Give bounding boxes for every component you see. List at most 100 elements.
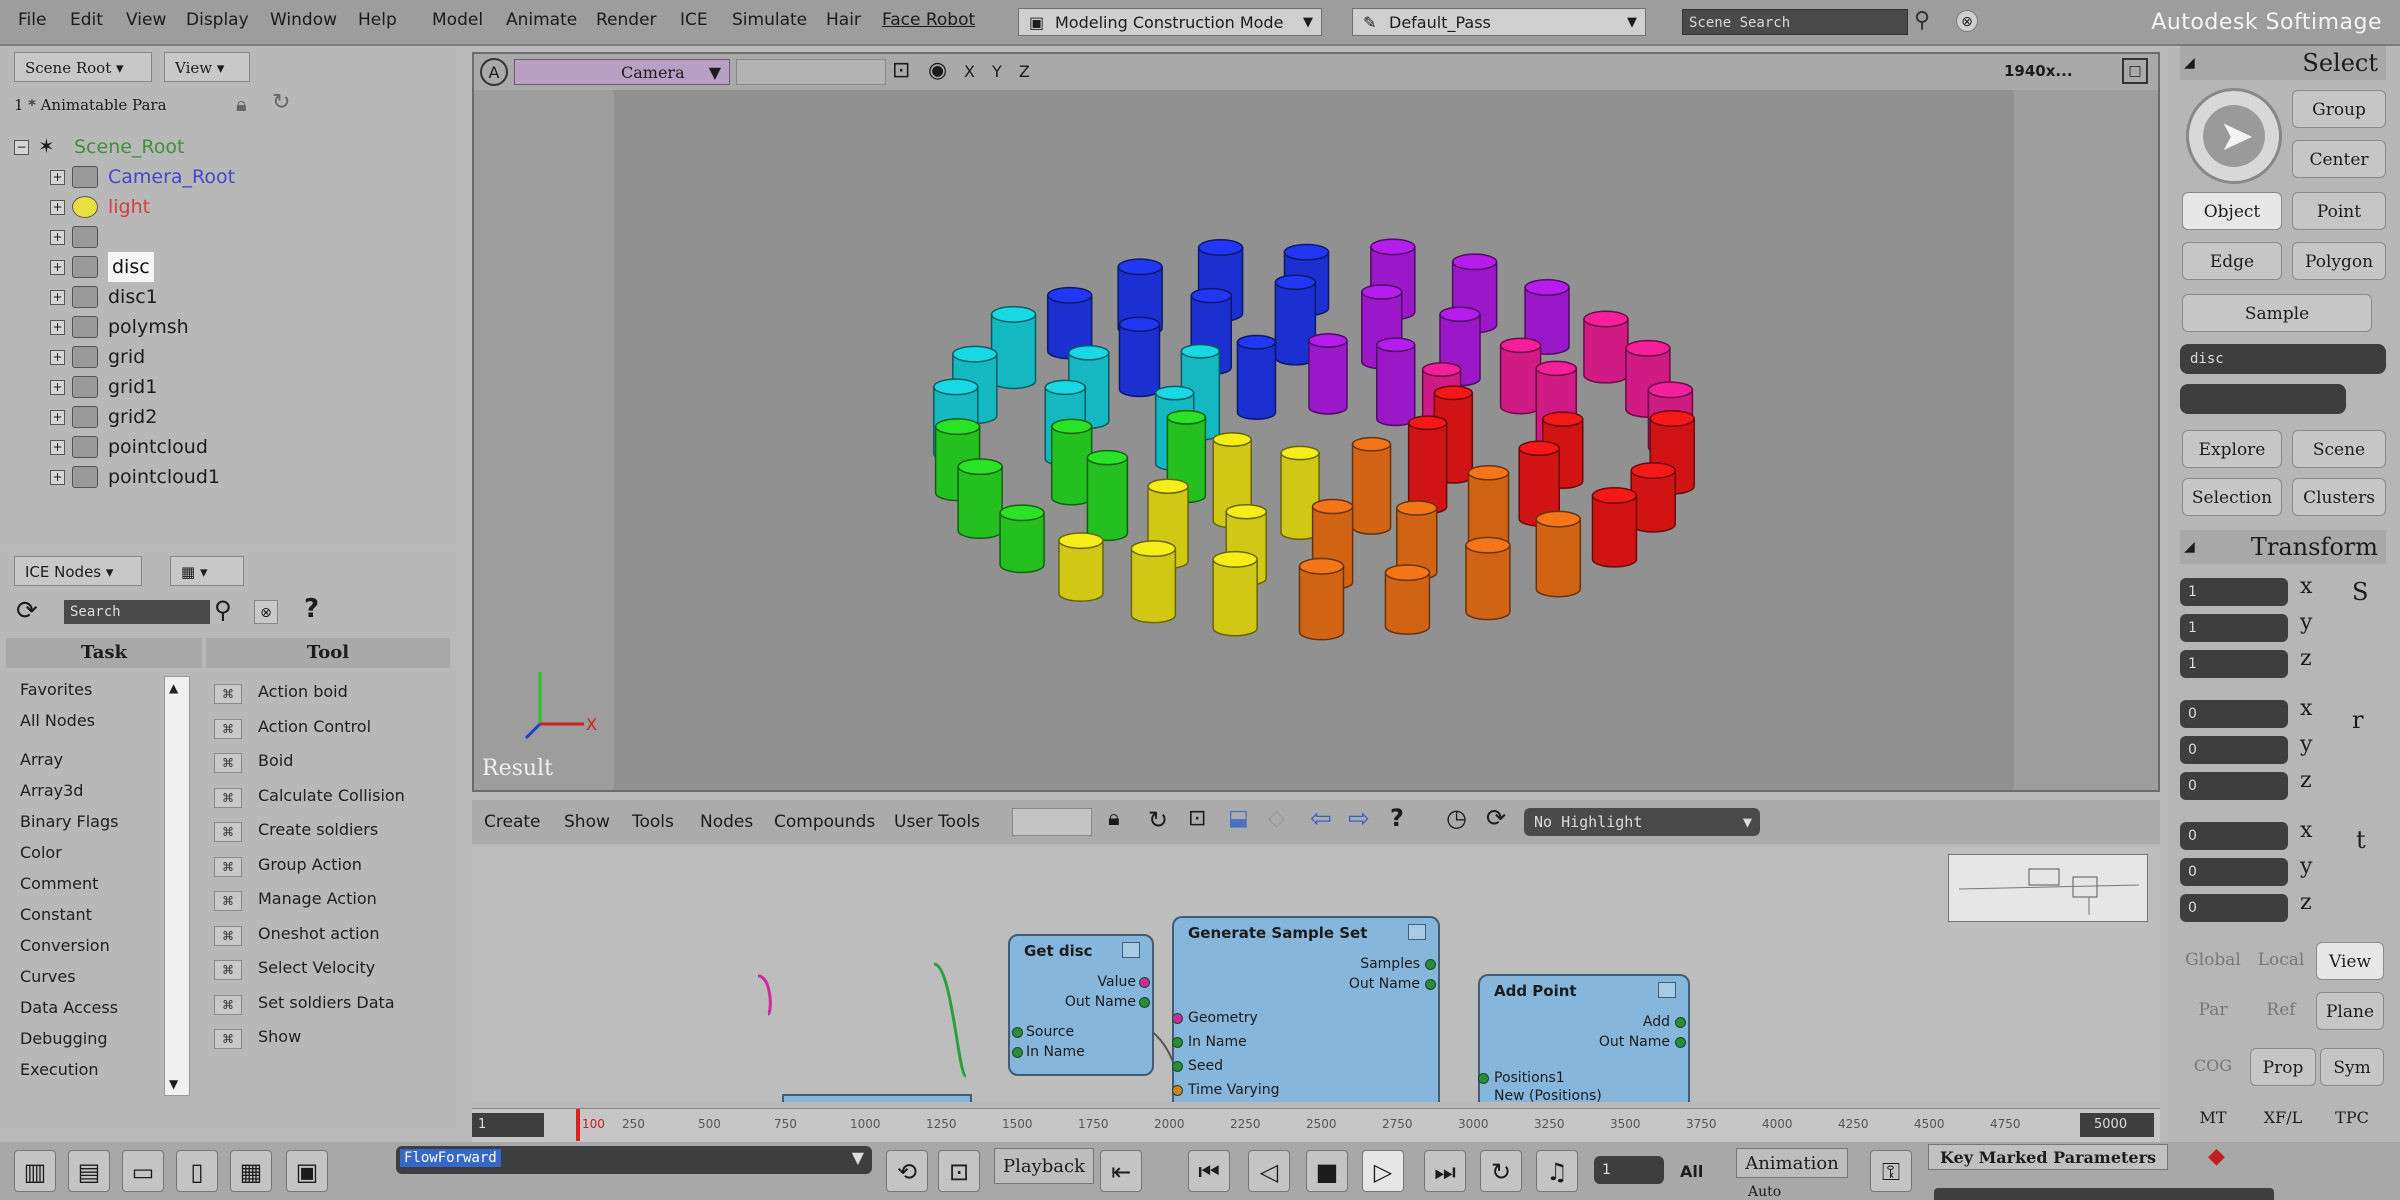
search-icon[interactable]: ⚲ bbox=[214, 596, 232, 624]
keyframe-icon[interactable]: ◆ bbox=[2208, 1144, 2225, 1169]
ref-button[interactable]: Ref bbox=[2248, 992, 2314, 1028]
expand-icon[interactable]: + bbox=[50, 470, 65, 485]
rotate-icon[interactable]: r bbox=[2352, 706, 2363, 734]
sync-icon[interactable]: ⟳ bbox=[16, 596, 38, 626]
port-dot[interactable] bbox=[1675, 1037, 1686, 1048]
scale-axis-z[interactable]: z bbox=[2300, 646, 2312, 671]
expand-icon[interactable]: + bbox=[50, 380, 65, 395]
port-dot[interactable] bbox=[1425, 979, 1436, 990]
viewport-letter-icon[interactable]: A bbox=[480, 58, 508, 86]
tool-list-item[interactable]: Manage Action bbox=[258, 889, 377, 908]
port-dot[interactable] bbox=[1139, 997, 1150, 1008]
port-dot[interactable] bbox=[1172, 1061, 1183, 1072]
port-dot[interactable] bbox=[1012, 1047, 1023, 1058]
collapse-icon[interactable]: ◢ bbox=[2180, 46, 2195, 80]
help-icon[interactable]: ? bbox=[1390, 804, 1404, 832]
help-icon[interactable]: ? bbox=[304, 594, 319, 624]
ice-node-graph[interactable]: Get disc Value Out Name Source In Name G… bbox=[472, 846, 2160, 1102]
translate-axis-y[interactable]: y bbox=[2300, 854, 2312, 879]
task-list-item[interactable]: All Nodes bbox=[20, 711, 95, 730]
object-button[interactable]: Object bbox=[2182, 192, 2282, 230]
highlight-dropdown[interactable]: No Highlight ▼ bbox=[1524, 808, 1760, 836]
menu-show[interactable]: Show bbox=[564, 812, 610, 832]
playback-menu[interactable]: Playback bbox=[994, 1148, 1094, 1184]
point-button[interactable]: Point bbox=[2292, 192, 2386, 230]
expand-icon[interactable]: + bbox=[50, 350, 65, 365]
task-list-item[interactable]: Debugging bbox=[20, 1029, 108, 1048]
key-icon[interactable]: ⚿ bbox=[1870, 1150, 1912, 1192]
scale-axis-x[interactable]: x bbox=[2300, 574, 2312, 599]
scale-field-x[interactable]: 1 bbox=[2180, 578, 2288, 606]
loop-playback-icon[interactable]: ↻ bbox=[1480, 1150, 1522, 1192]
rotate-field-z[interactable]: 0 bbox=[2180, 772, 2288, 800]
expand-icon[interactable]: + bbox=[50, 290, 65, 305]
tree-item[interactable]: + grid1 bbox=[0, 372, 440, 402]
rotate-axis-z[interactable]: z bbox=[2300, 768, 2312, 793]
translate-axis-z[interactable]: z bbox=[2300, 890, 2312, 915]
last-frame-icon[interactable]: ⏭ bbox=[1424, 1150, 1466, 1192]
translate-icon[interactable]: t bbox=[2356, 826, 2366, 854]
search-icon[interactable]: ⚲ bbox=[1914, 8, 1930, 33]
view-dropdown[interactable]: View ▾ bbox=[164, 52, 250, 82]
export-icon[interactable]: ⬓ bbox=[1228, 806, 1249, 831]
tool-list-item[interactable]: Action boid bbox=[258, 682, 348, 701]
menu-animate[interactable]: Animate bbox=[506, 10, 577, 30]
menu-view[interactable]: View bbox=[126, 10, 166, 30]
display-icon[interactable]: ⊡ bbox=[892, 58, 910, 83]
lock-icon[interactable]: 🔒︎ bbox=[236, 92, 247, 116]
tree-item[interactable]: + polymsh bbox=[0, 312, 440, 342]
polygon-button[interactable]: Polygon bbox=[2292, 242, 2386, 280]
expand-icon[interactable]: + bbox=[50, 440, 65, 455]
par-button[interactable]: Par bbox=[2178, 992, 2248, 1028]
translate-field-y[interactable]: 0 bbox=[2180, 858, 2288, 886]
collapse-icon[interactable]: ◢ bbox=[2180, 530, 2195, 564]
port-dot[interactable] bbox=[1172, 1013, 1183, 1024]
node-add-point[interactable]: Add Point Add Out Name Positions1 New (P… bbox=[1478, 974, 1690, 1102]
menu-simulate[interactable]: Simulate bbox=[732, 10, 807, 30]
clear-search-icon[interactable]: ⊗ bbox=[1956, 10, 1978, 32]
scale-icon[interactable]: S bbox=[2352, 578, 2368, 606]
tpc-button[interactable]: TPC bbox=[2320, 1100, 2384, 1136]
step-back-icon[interactable]: ◁ bbox=[1248, 1150, 1290, 1192]
selection-button[interactable]: Selection bbox=[2182, 478, 2282, 516]
tree-item[interactable]: + pointcloud1 bbox=[0, 462, 440, 492]
task-list-item[interactable]: Execution bbox=[20, 1060, 99, 1079]
tool-list-item[interactable]: Set soldiers Data bbox=[258, 993, 395, 1012]
task-list-item[interactable]: Constant bbox=[20, 905, 92, 924]
tool-list-item[interactable]: Action Control bbox=[258, 717, 371, 736]
port-dot[interactable] bbox=[1139, 977, 1150, 988]
task-list-item[interactable]: Comment bbox=[20, 874, 98, 893]
mt-button[interactable]: MT bbox=[2178, 1100, 2248, 1136]
audio-icon[interactable]: ♫ bbox=[1536, 1150, 1578, 1192]
first-frame-icon[interactable]: ⏮ bbox=[1188, 1150, 1230, 1192]
local-button[interactable]: Local bbox=[2248, 942, 2314, 978]
selection-filter-field[interactable]: disc bbox=[2180, 344, 2386, 374]
timeline-end-field[interactable]: 5000 bbox=[2080, 1113, 2154, 1137]
timer-icon[interactable]: ◷ bbox=[1446, 804, 1467, 832]
ice-nodes-dropdown[interactable]: ICE Nodes ▾ bbox=[14, 556, 142, 586]
tool-list-item[interactable]: Calculate Collision bbox=[258, 786, 405, 805]
timeline[interactable]: 1 100 250 500 750 1000 1250 1500 1750 2000 2250 2… bbox=[472, 1108, 2160, 1142]
explore-button[interactable]: Explore bbox=[2182, 430, 2282, 468]
expand-icon[interactable]: + bbox=[50, 230, 65, 245]
sync-icon[interactable]: ⟳ bbox=[1486, 804, 1506, 832]
clear-icon[interactable]: ⊗ bbox=[254, 600, 278, 624]
rotate-axis-y[interactable]: y bbox=[2300, 732, 2312, 757]
expand-icon[interactable]: + bbox=[50, 200, 65, 215]
ice-search-input[interactable]: Search bbox=[64, 600, 210, 624]
menu-face-robot[interactable]: Face Robot bbox=[882, 10, 975, 30]
tab-task[interactable]: Task bbox=[6, 638, 202, 668]
menu-edit[interactable]: Edit bbox=[70, 10, 103, 30]
port-dot[interactable] bbox=[1425, 959, 1436, 970]
layout-grid-icon[interactable]: ▦ bbox=[230, 1150, 272, 1192]
menu-render[interactable]: Render bbox=[596, 10, 657, 30]
lock-icon[interactable]: 🔒︎ bbox=[1108, 806, 1120, 831]
scene-search-input[interactable]: Scene Search bbox=[1682, 9, 1908, 35]
prev-key-icon[interactable]: ⇤ bbox=[1100, 1150, 1142, 1192]
task-scrollbar[interactable]: ▲ ▼ bbox=[164, 676, 190, 1096]
tree-item[interactable]: + Camera_Root bbox=[0, 162, 440, 192]
plane-button[interactable]: Plane bbox=[2316, 992, 2384, 1030]
frame-field[interactable]: 1 bbox=[1594, 1156, 1664, 1184]
menu-display[interactable]: Display bbox=[186, 10, 249, 30]
global-button[interactable]: Global bbox=[2178, 942, 2248, 978]
